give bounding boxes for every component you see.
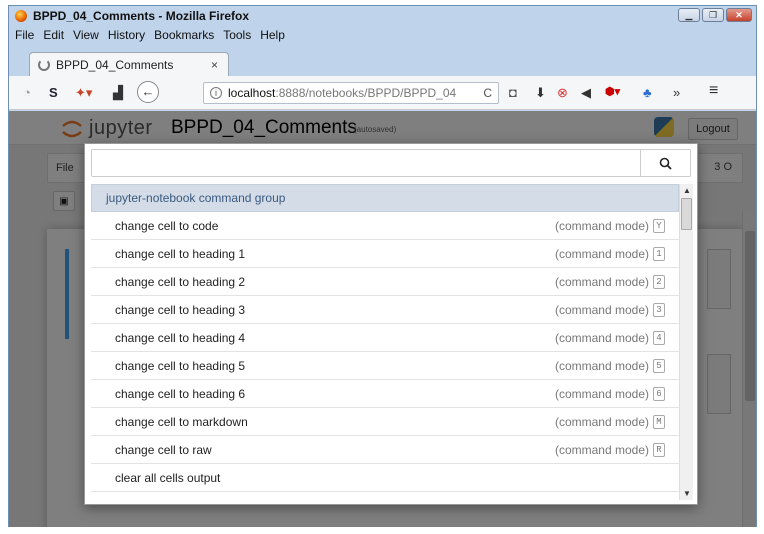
close-window-button[interactable]: ✕	[726, 8, 752, 22]
tab-strip: BPPD_04_Comments ×	[9, 46, 756, 76]
window-controls: ▁ ❐ ✕	[678, 8, 752, 22]
command-label: clear all cells output	[115, 470, 221, 485]
shortcut-key: M	[653, 414, 665, 429]
skype-icon[interactable]: S	[49, 85, 58, 100]
palette-search-input[interactable]	[92, 150, 640, 176]
scroll-up-arrow-icon[interactable]: ▲	[683, 186, 691, 195]
search-icon	[659, 157, 672, 170]
adblock-icon[interactable]: ⬢▾	[605, 85, 620, 98]
noscript-icon[interactable]: ⊗	[557, 85, 568, 101]
command-label: change cell to code	[115, 218, 219, 233]
tab-label: BPPD_04_Comments	[56, 57, 174, 72]
navigation-toolbar: ◔ S ✦▾ ▟ ← i localhost :8888/notebooks/B…	[9, 76, 756, 110]
greasemonkey-icon[interactable]: ✦▾	[75, 85, 92, 101]
command-label: change cell to heading 1	[115, 246, 246, 261]
url-bar[interactable]: i localhost :8888/notebooks/BPPD/BPPD_04…	[203, 82, 499, 104]
url-path: :8888/notebooks/BPPD/BPPD_04	[275, 86, 457, 100]
send-icon[interactable]: ◀	[581, 85, 591, 101]
loading-spinner-icon	[38, 58, 50, 71]
command-mode: (command mode)	[554, 274, 649, 289]
command-item-heading-3[interactable]: change cell to heading 3 (command mode) …	[91, 296, 679, 324]
command-label: change cell to heading 4	[115, 330, 246, 345]
browser-menubar: File Edit View History Bookmarks Tools H…	[9, 26, 756, 44]
command-item-heading-4[interactable]: change cell to heading 4 (command mode) …	[91, 324, 679, 352]
command-palette: jupyter-notebook command group change ce…	[84, 143, 698, 505]
command-label: change cell to heading 3	[115, 302, 246, 317]
command-item-markdown[interactable]: change cell to markdown (command mode) M	[91, 408, 679, 436]
command-list: jupyter-notebook command group change ce…	[91, 184, 679, 500]
command-label: change cell to heading 2	[115, 274, 246, 289]
menu-edit[interactable]: Edit	[43, 28, 64, 42]
menu-history[interactable]: History	[108, 28, 145, 42]
shortcut-key: Y	[653, 218, 665, 233]
search-button[interactable]	[640, 150, 690, 176]
shortcut-key: 1	[653, 246, 665, 261]
tab-close-icon[interactable]: ×	[211, 58, 218, 72]
overflow-icon[interactable]: »	[673, 85, 680, 100]
shortcut-key: 4	[653, 330, 665, 345]
menu-bookmarks[interactable]: Bookmarks	[154, 28, 214, 42]
command-group-header: jupyter-notebook command group	[91, 184, 679, 212]
command-label: change cell to raw	[115, 442, 212, 457]
shortcut-key: 3	[653, 302, 665, 317]
ghostery-icon[interactable]: ♣	[643, 85, 652, 100]
menu-help[interactable]: Help	[260, 28, 285, 42]
tab-bppd-04-comments[interactable]: BPPD_04_Comments ×	[29, 52, 229, 76]
command-label: change cell to heading 5	[115, 358, 246, 373]
command-item-code[interactable]: change cell to code (command mode) Y	[91, 212, 679, 240]
pocket-icon[interactable]: ◘	[509, 85, 517, 100]
info-icon[interactable]: i	[210, 87, 222, 99]
menu-file[interactable]: File	[15, 28, 34, 42]
command-mode: (command mode)	[554, 386, 649, 401]
title-bar: BPPD_04_Comments - Mozilla Firefox ▁ ❐ ✕	[9, 6, 756, 26]
command-mode: (command mode)	[554, 414, 649, 429]
palette-scrollbar-thumb[interactable]	[681, 198, 692, 230]
command-item-clear-output[interactable]: clear all cells output	[91, 464, 679, 492]
menu-tools[interactable]: Tools	[223, 28, 251, 42]
screenshot-icon[interactable]: ▟	[113, 85, 123, 101]
palette-search-box	[91, 149, 691, 177]
shortcut-key: R	[653, 442, 665, 457]
rss-icon[interactable]: ◔	[23, 85, 31, 100]
shortcut-key: 5	[653, 358, 665, 373]
command-item-heading-6[interactable]: change cell to heading 6 (command mode) …	[91, 380, 679, 408]
command-item-heading-5[interactable]: change cell to heading 5 (command mode) …	[91, 352, 679, 380]
hamburger-menu-icon[interactable]: ≡	[709, 82, 718, 100]
command-mode: (command mode)	[554, 246, 649, 261]
command-mode: (command mode)	[554, 442, 649, 457]
command-item-heading-2[interactable]: change cell to heading 2 (command mode) …	[91, 268, 679, 296]
command-item-heading-1[interactable]: change cell to heading 1 (command mode) …	[91, 240, 679, 268]
url-host: localhost	[228, 86, 276, 100]
command-mode: (command mode)	[554, 302, 649, 317]
shortcut-key: 6	[653, 386, 665, 401]
command-mode: (command mode)	[554, 358, 649, 373]
command-label: change cell to markdown	[115, 414, 248, 429]
shortcut-key: 2	[653, 274, 665, 289]
scroll-down-arrow-icon[interactable]: ▼	[683, 489, 691, 498]
download-icon[interactable]: ⬇	[535, 85, 546, 101]
minimize-button[interactable]: ▁	[678, 8, 700, 22]
restore-button[interactable]: ❐	[702, 8, 724, 22]
reload-icon[interactable]: C	[483, 86, 492, 100]
command-mode: (command mode)	[554, 330, 649, 345]
back-button-icon[interactable]: ←	[137, 81, 159, 103]
menu-view[interactable]: View	[73, 28, 99, 42]
firefox-icon	[15, 10, 27, 22]
window-title: BPPD_04_Comments - Mozilla Firefox	[33, 9, 250, 23]
palette-scrollbar[interactable]: ▲ ▼	[679, 184, 693, 500]
command-mode: (command mode)	[554, 218, 649, 233]
command-item-raw[interactable]: change cell to raw (command mode) R	[91, 436, 679, 464]
command-label: change cell to heading 6	[115, 386, 246, 401]
